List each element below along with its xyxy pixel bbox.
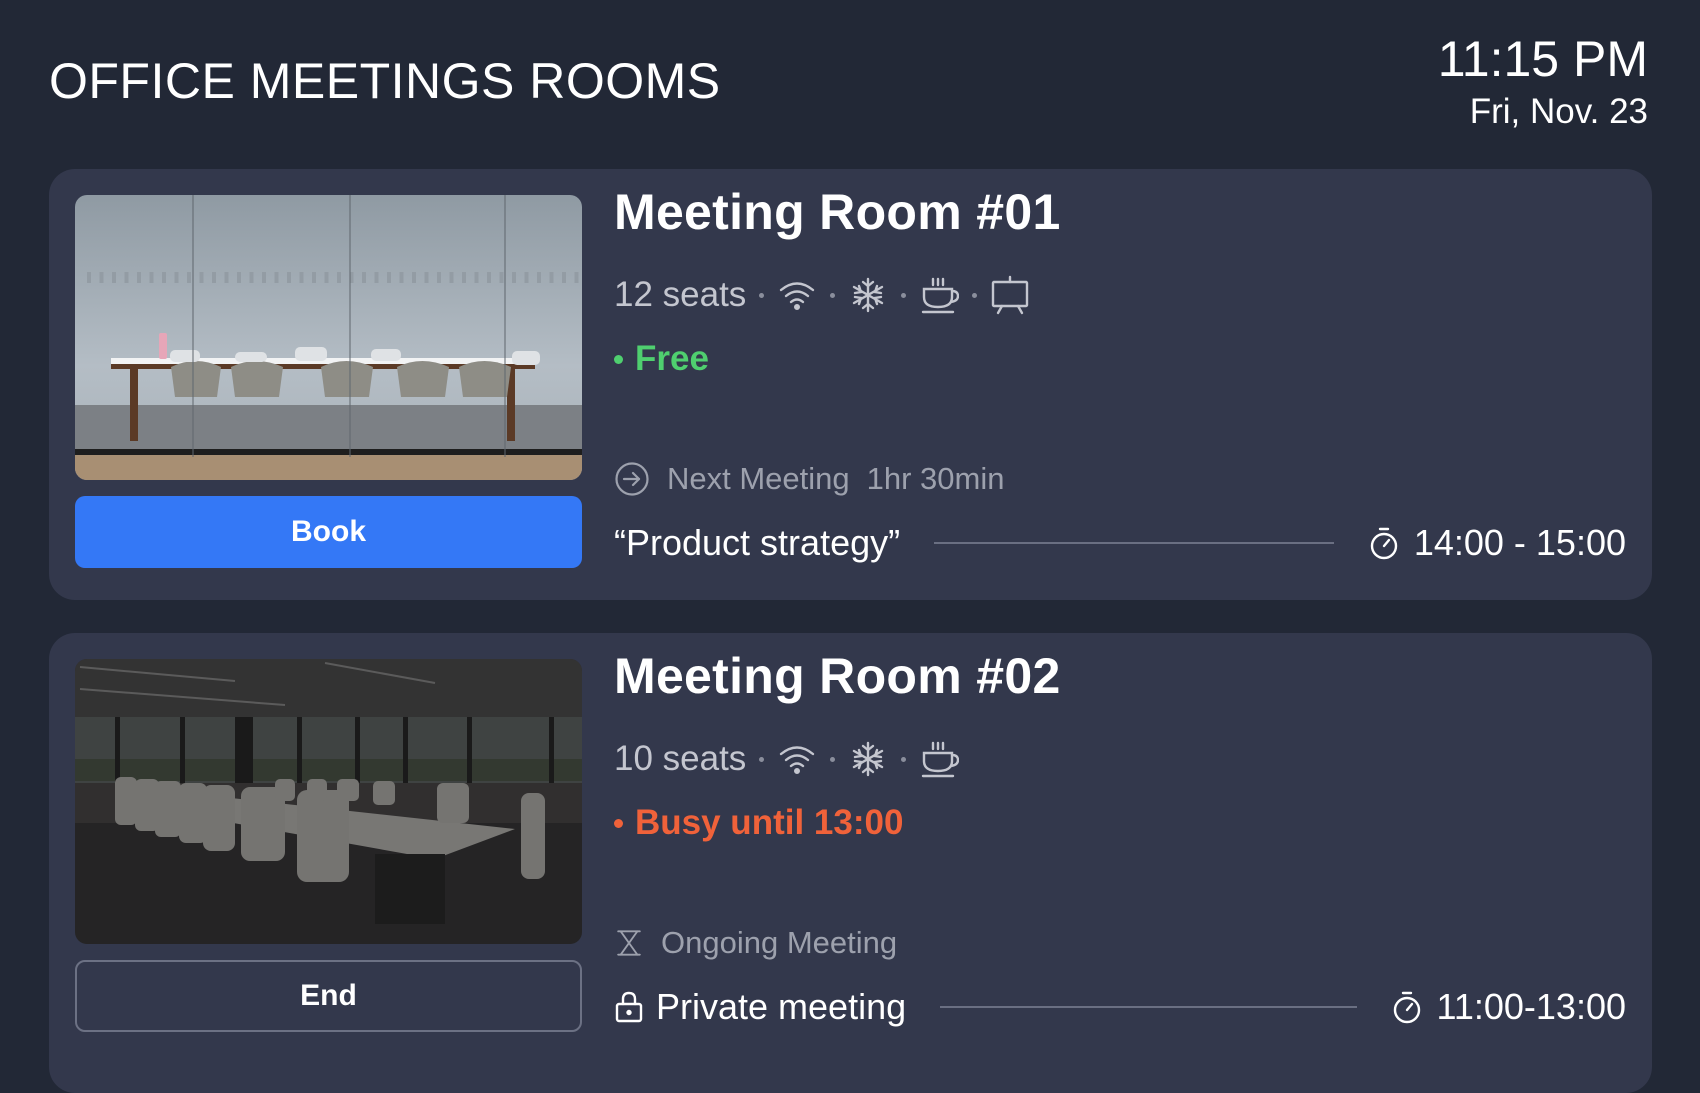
status-dot bbox=[614, 354, 623, 364]
book-button[interactable]: Book bbox=[75, 496, 582, 568]
seat-count: 12 seats bbox=[614, 275, 747, 314]
room-name: Meeting Room #02 bbox=[614, 648, 1061, 704]
separator-dot bbox=[759, 292, 765, 298]
lock-icon bbox=[615, 991, 643, 1023]
ongoing-meeting-label: Ongoing Meeting bbox=[614, 925, 897, 961]
coffee-cup-icon bbox=[919, 275, 960, 315]
page-title: OFFICE MEETINGS ROOMS bbox=[49, 53, 721, 109]
meeting-label: Next Meeting bbox=[667, 461, 850, 496]
seat-count: 10 seats bbox=[614, 739, 747, 778]
hourglass-icon bbox=[617, 930, 641, 956]
meeting-row: “Product strategy” 14:00 - 15:00 bbox=[614, 517, 1626, 569]
room-status: Free bbox=[614, 339, 709, 379]
room-photo bbox=[75, 659, 582, 944]
divider-line bbox=[940, 1006, 1357, 1008]
room-info: Meeting Room #01 12 seats Free Next Meet… bbox=[614, 169, 1626, 600]
meeting-time: 11:00-13:00 bbox=[1436, 986, 1627, 1027]
room-name: Meeting Room #01 bbox=[614, 184, 1061, 240]
room-photo bbox=[75, 195, 582, 480]
room-card: End Meeting Room #02 10 seats Busy until… bbox=[49, 633, 1652, 1093]
snowflake-icon bbox=[848, 739, 888, 779]
presentation-board-icon bbox=[990, 275, 1030, 315]
separator-dot bbox=[901, 756, 907, 762]
arrow-circle-right-icon bbox=[615, 462, 649, 496]
separator-dot bbox=[972, 292, 978, 298]
room-status: Busy until 13:00 bbox=[614, 803, 903, 843]
separator-dot bbox=[830, 756, 836, 762]
status-dot bbox=[614, 818, 623, 828]
separator-dot bbox=[759, 756, 765, 762]
status-text: Busy until 13:00 bbox=[635, 803, 904, 842]
amenities-row: 12 seats bbox=[614, 275, 1030, 315]
divider-line bbox=[934, 542, 1334, 544]
clock: 11:15 PM Fri, Nov. 23 bbox=[1438, 30, 1648, 134]
wifi-icon bbox=[777, 739, 817, 779]
meeting-countdown: 1hr 30min bbox=[866, 461, 1005, 496]
end-button[interactable]: End bbox=[75, 960, 582, 1032]
room-card: Book Meeting Room #01 12 seats Free Next… bbox=[49, 169, 1652, 600]
status-text: Free bbox=[635, 339, 709, 378]
next-meeting-label: Next Meeting 1hr 30min bbox=[614, 461, 1005, 497]
separator-dot bbox=[830, 292, 836, 298]
separator-dot bbox=[901, 292, 907, 298]
current-date: Fri, Nov. 23 bbox=[1469, 92, 1648, 131]
wifi-icon bbox=[777, 275, 817, 315]
meeting-title: “Product strategy” bbox=[614, 522, 901, 563]
meeting-label: Ongoing Meeting bbox=[661, 925, 898, 960]
amenities-row: 10 seats bbox=[614, 739, 960, 779]
coffee-cup-icon bbox=[919, 739, 960, 779]
stopwatch-icon bbox=[1370, 527, 1398, 560]
snowflake-icon bbox=[848, 275, 888, 315]
meeting-row: Private meeting 11:00-13:00 bbox=[614, 981, 1626, 1033]
room-info: Meeting Room #02 10 seats Busy until 13:… bbox=[614, 633, 1626, 1093]
current-time: 11:15 PM bbox=[1437, 31, 1648, 87]
stopwatch-icon bbox=[1393, 991, 1420, 1024]
meeting-time: 14:00 - 15:00 bbox=[1413, 522, 1626, 563]
meeting-title: Private meeting bbox=[656, 986, 907, 1027]
